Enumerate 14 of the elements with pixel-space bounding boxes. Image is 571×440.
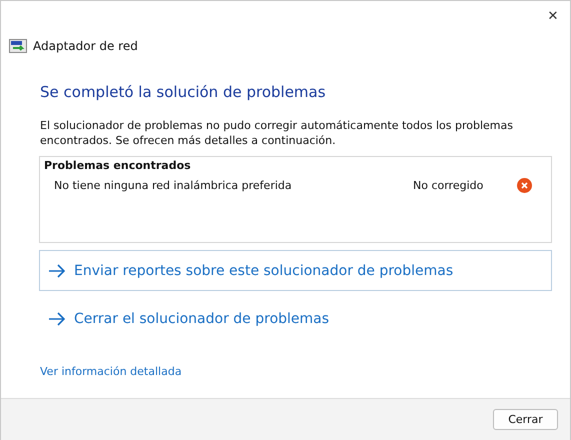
problem-name: No tiene ninguna red inalámbrica preferida bbox=[54, 179, 293, 192]
description-text: El solucionador de problemas no pudo corregir automáticamente todos los problemas encontrados. Se ofrecen más detalles a continuación. bbox=[40, 118, 514, 148]
close-button[interactable]: ✕ bbox=[538, 1, 568, 31]
problems-title: Problemas encontrados bbox=[44, 159, 192, 172]
page-heading: Se completó la solución de problemas bbox=[40, 83, 326, 101]
close-dialog-button[interactable]: Cerrar bbox=[493, 409, 558, 430]
window-title: Adaptador de red bbox=[33, 39, 138, 53]
action-link[interactable]: Enviar reportes sobre este solucionador de problemas bbox=[39, 250, 552, 291]
network-adapter-icon bbox=[9, 39, 27, 53]
details-link[interactable]: Ver información detallada bbox=[40, 365, 182, 378]
arrow-icon bbox=[48, 264, 66, 278]
arrow-icon bbox=[48, 312, 66, 326]
action-link[interactable]: Cerrar el solucionador de problemas bbox=[39, 298, 552, 339]
problem-status: No corregido bbox=[413, 179, 484, 192]
